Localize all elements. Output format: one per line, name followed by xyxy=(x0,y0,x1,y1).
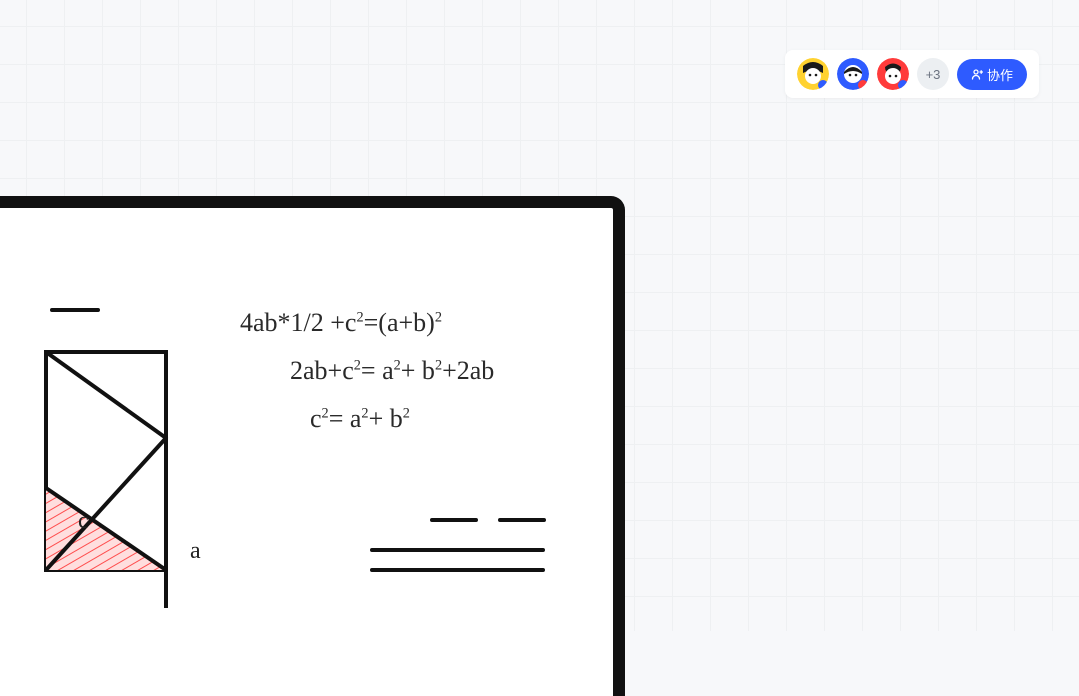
collaborator-avatar-2[interactable] xyxy=(837,58,869,90)
sketch-stroke xyxy=(370,568,545,572)
whiteboard-content: 4ab*1/2 +c2=(a+b)2 2ab+c2= a2+ b2+2ab c2… xyxy=(0,208,613,696)
collaborate-button[interactable]: 协作 xyxy=(957,59,1027,90)
collaborator-overflow-count[interactable]: +3 xyxy=(917,58,949,90)
collaborator-avatar-1[interactable] xyxy=(797,58,829,90)
equation-line-3: c2= a2+ b2 xyxy=(310,404,410,434)
geometry-label-c: c xyxy=(78,508,89,535)
person-icon xyxy=(971,68,983,80)
sketch-stroke xyxy=(430,518,478,522)
equation-line-2: 2ab+c2= a2+ b2+2ab xyxy=(290,356,494,386)
collaborate-button-label: 协作 xyxy=(987,65,1013,84)
equation-line-1: 4ab*1/2 +c2=(a+b)2 xyxy=(240,308,442,338)
sketch-stroke xyxy=(498,518,546,522)
sketch-stroke xyxy=(50,308,100,312)
geometry-label-a: a xyxy=(190,538,201,565)
geometry-diagram xyxy=(42,348,202,608)
sketch-stroke xyxy=(370,548,545,552)
whiteboard-frame[interactable]: 4ab*1/2 +c2=(a+b)2 2ab+c2= a2+ b2+2ab c2… xyxy=(0,196,625,696)
collaboration-toolbar: +3 协作 xyxy=(785,50,1039,98)
collaborator-avatar-3[interactable] xyxy=(877,58,909,90)
overflow-count-text: +3 xyxy=(926,67,941,82)
